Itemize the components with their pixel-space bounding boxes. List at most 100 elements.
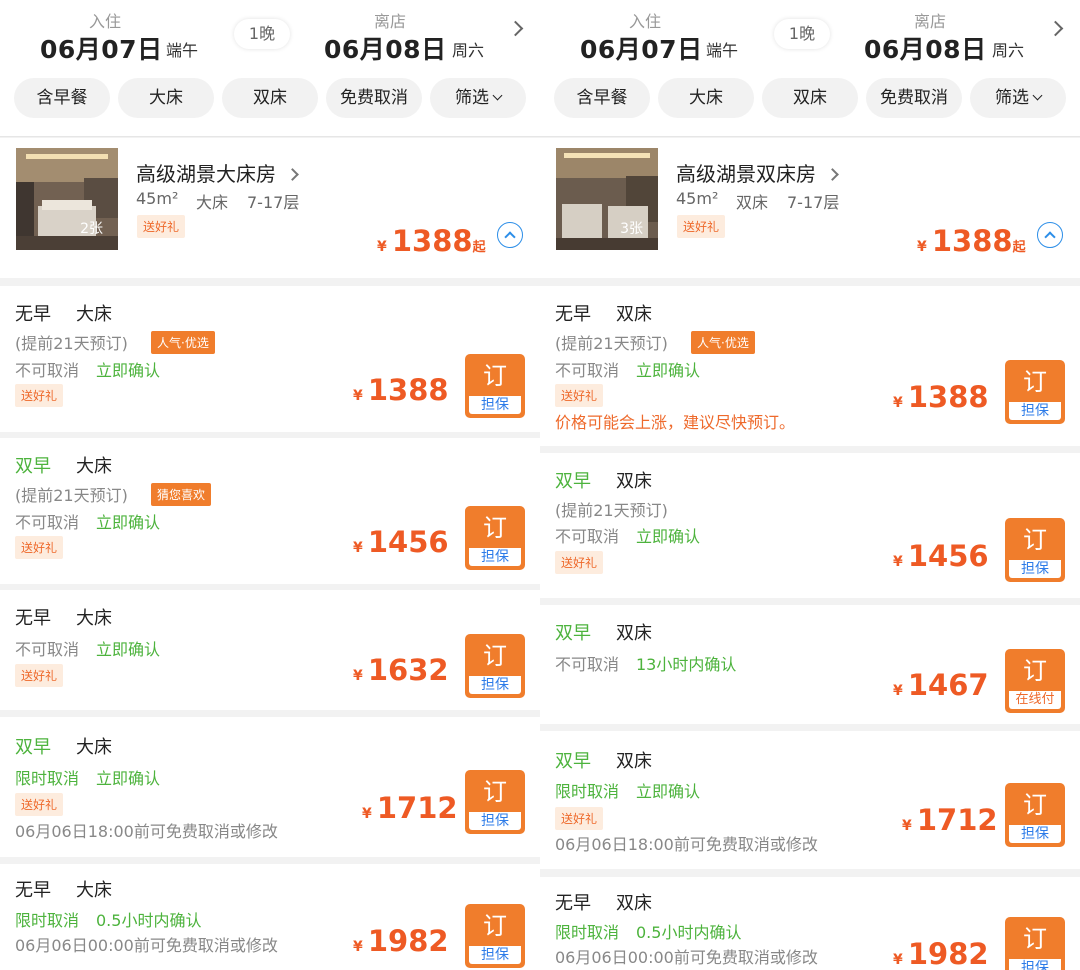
rate-cancel: 不可取消 [15, 361, 80, 380]
price-value: 1982 [367, 924, 449, 958]
room-area: 45m² [676, 189, 719, 208]
rate-confirm: 立即确认 [96, 640, 161, 659]
gift-tag: 送好礼 [555, 807, 604, 830]
book-button[interactable]: 订担保 [465, 634, 525, 698]
gift-tag: 送好礼 [15, 664, 64, 687]
book-label: 订 [1023, 791, 1047, 819]
checkout-date[interactable]: 06月08日 [324, 30, 447, 66]
rate-breakfast: 双早 [555, 471, 591, 492]
room-price: ¥ 1388起 [917, 224, 1026, 258]
filter-more[interactable]: 筛选 [430, 78, 526, 118]
gift-tag: 送好礼 [677, 215, 726, 238]
rate-row[interactable]: 无早 大床 (提前21天预订) 人气·优选 不可取消 立即确认 送好礼 ¥ 13… [0, 286, 540, 432]
chevron-right-icon[interactable] [507, 20, 524, 37]
filter-twin-bed[interactable]: 双床 [762, 78, 858, 118]
book-button[interactable]: 订担保 [1005, 518, 1065, 582]
filter-free-cancel[interactable]: 免费取消 [326, 78, 422, 118]
book-button[interactable]: 订担保 [465, 354, 525, 418]
book-button[interactable]: 订担保 [1005, 917, 1065, 970]
room-title[interactable]: 高级湖景大床房 [136, 158, 299, 187]
checkin-date[interactable]: 06月07日 [40, 30, 163, 66]
chevron-up-circle-icon[interactable] [497, 222, 523, 248]
rate-row[interactable]: 双早 大床 (提前21天预订) 猜您喜欢 不可取消 立即确认 送好礼 ¥ 145… [0, 438, 540, 584]
price-value: 1456 [367, 525, 449, 559]
rate-row[interactable]: 双早 双床 (提前21天预订) 不可取消 立即确认 送好礼 ¥ 1456 订担保 [540, 453, 1080, 598]
rate-cancel: 不可取消 [555, 361, 620, 380]
currency-symbol: ¥ [353, 540, 363, 556]
filter-breakfast[interactable]: 含早餐 [14, 78, 110, 118]
book-button[interactable]: 订担保 [1005, 360, 1065, 424]
rate-row[interactable]: 双早 双床 限时取消 立即确认 送好礼 06月06日18:00前可免费取消或修改… [540, 731, 1080, 869]
pay-type: 担保 [469, 812, 521, 830]
room-photo[interactable]: 3张 [556, 148, 658, 250]
rate-confirm: 立即确认 [96, 769, 161, 788]
book-label: 订 [483, 362, 507, 390]
checkout-date[interactable]: 06月08日 [864, 30, 987, 66]
rate-breakfast: 无早 [15, 608, 51, 629]
rate-cancel: 不可取消 [555, 527, 620, 546]
rate-bed: 大床 [76, 304, 112, 325]
rate-breakfast: 无早 [555, 304, 591, 325]
date-header: 入住 06月07日 端午 1晚 离店 06月08日 周六 含早餐 大床 双床 免… [540, 0, 1080, 137]
price-value: 1712 [916, 803, 998, 837]
book-button[interactable]: 订担保 [465, 770, 525, 834]
gift-tag: 送好礼 [15, 384, 64, 407]
price-value: 1467 [907, 668, 989, 702]
rate-bed: 大床 [76, 880, 112, 901]
price-value: 1388 [367, 373, 449, 407]
book-button[interactable]: 订担保 [1005, 783, 1065, 847]
chevron-up-icon [1044, 231, 1056, 243]
rate-confirm: 0.5小时内确认 [636, 923, 742, 942]
filter-breakfast[interactable]: 含早餐 [554, 78, 650, 118]
book-button[interactable]: 订担保 [465, 506, 525, 570]
rate-row[interactable]: 无早 大床 不可取消 立即确认 送好礼 ¥ 1632 订担保 [0, 590, 540, 710]
currency-symbol: ¥ [893, 554, 903, 570]
rate-row[interactable]: 无早 双床 (提前21天预订) 人气·优选 不可取消 立即确认 送好礼 价格可能… [540, 286, 1080, 446]
rate-confirm: 立即确认 [96, 513, 161, 532]
rate-row[interactable]: 无早 双床 限时取消 0.5小时内确认 06月06日00:00前可免费取消或修改… [540, 877, 1080, 970]
room-title[interactable]: 高级湖景双床房 [676, 158, 839, 187]
rate-breakfast: 无早 [555, 893, 591, 914]
currency-symbol: ¥ [917, 239, 927, 255]
rate-price: ¥ 1982 [353, 924, 449, 958]
rate-row[interactable]: 双早 大床 限时取消 立即确认 送好礼 06月06日18:00前可免费取消或修改… [0, 717, 540, 857]
rate-breakfast: 无早 [15, 304, 51, 325]
chevron-down-icon [492, 90, 503, 101]
rate-cancel: 不可取消 [15, 640, 80, 659]
pay-type: 担保 [469, 396, 521, 414]
rate-price: ¥ 1388 [353, 373, 449, 407]
rate-row[interactable]: 无早 大床 限时取消 0.5小时内确认 06月06日00:00前可免费取消或修改… [0, 864, 540, 970]
rate-row[interactable]: 双早 双床 不可取消 13小时内确认 ¥ 1467 订在线付 [540, 605, 1080, 724]
filter-king-bed[interactable]: 大床 [658, 78, 754, 118]
currency-symbol: ¥ [362, 806, 372, 822]
rate-bed: 双床 [616, 304, 652, 325]
filter-king-bed[interactable]: 大床 [118, 78, 214, 118]
rate-note: 06月06日18:00前可免费取消或修改 [555, 835, 818, 854]
filter-more[interactable]: 筛选 [970, 78, 1066, 118]
filter-free-cancel[interactable]: 免费取消 [866, 78, 962, 118]
room-card[interactable]: 2张 高级湖景大床房 45m² 大床 7-17层 送好礼 ¥ 1388起 [0, 138, 540, 278]
checkin-date[interactable]: 06月07日 [580, 30, 703, 66]
pay-type: 担保 [469, 548, 521, 566]
room-photo[interactable]: 2张 [16, 148, 118, 250]
book-button[interactable]: 订担保 [465, 904, 525, 968]
chevron-right-icon[interactable] [1047, 20, 1064, 37]
price-suffix: 起 [1012, 240, 1026, 255]
filter-twin-bed[interactable]: 双床 [222, 78, 318, 118]
rate-confirm: 立即确认 [636, 527, 701, 546]
rate-breakfast: 双早 [15, 737, 51, 758]
price-value: 1982 [907, 937, 989, 970]
pay-type: 担保 [469, 946, 521, 964]
price-warning: 价格可能会上涨，建议尽快预订。 [555, 413, 796, 432]
book-button[interactable]: 订在线付 [1005, 649, 1065, 713]
rate-breakfast: 无早 [15, 880, 51, 901]
pay-type: 担保 [1009, 402, 1061, 420]
chevron-up-circle-icon[interactable] [1037, 222, 1063, 248]
rate-tag: 人气·优选 [151, 331, 215, 354]
rate-note: 06月06日00:00前可免费取消或修改 [15, 936, 278, 955]
room-card[interactable]: 3张 高级湖景双床房 45m² 双床 7-17层 送好礼 ¥ 1388起 [540, 138, 1080, 278]
price-value: 1388 [931, 224, 1013, 258]
pay-type: 在线付 [1009, 691, 1061, 709]
photo-count: 2张 [80, 221, 103, 237]
rate-advance: (提前21天预订) [555, 501, 668, 520]
